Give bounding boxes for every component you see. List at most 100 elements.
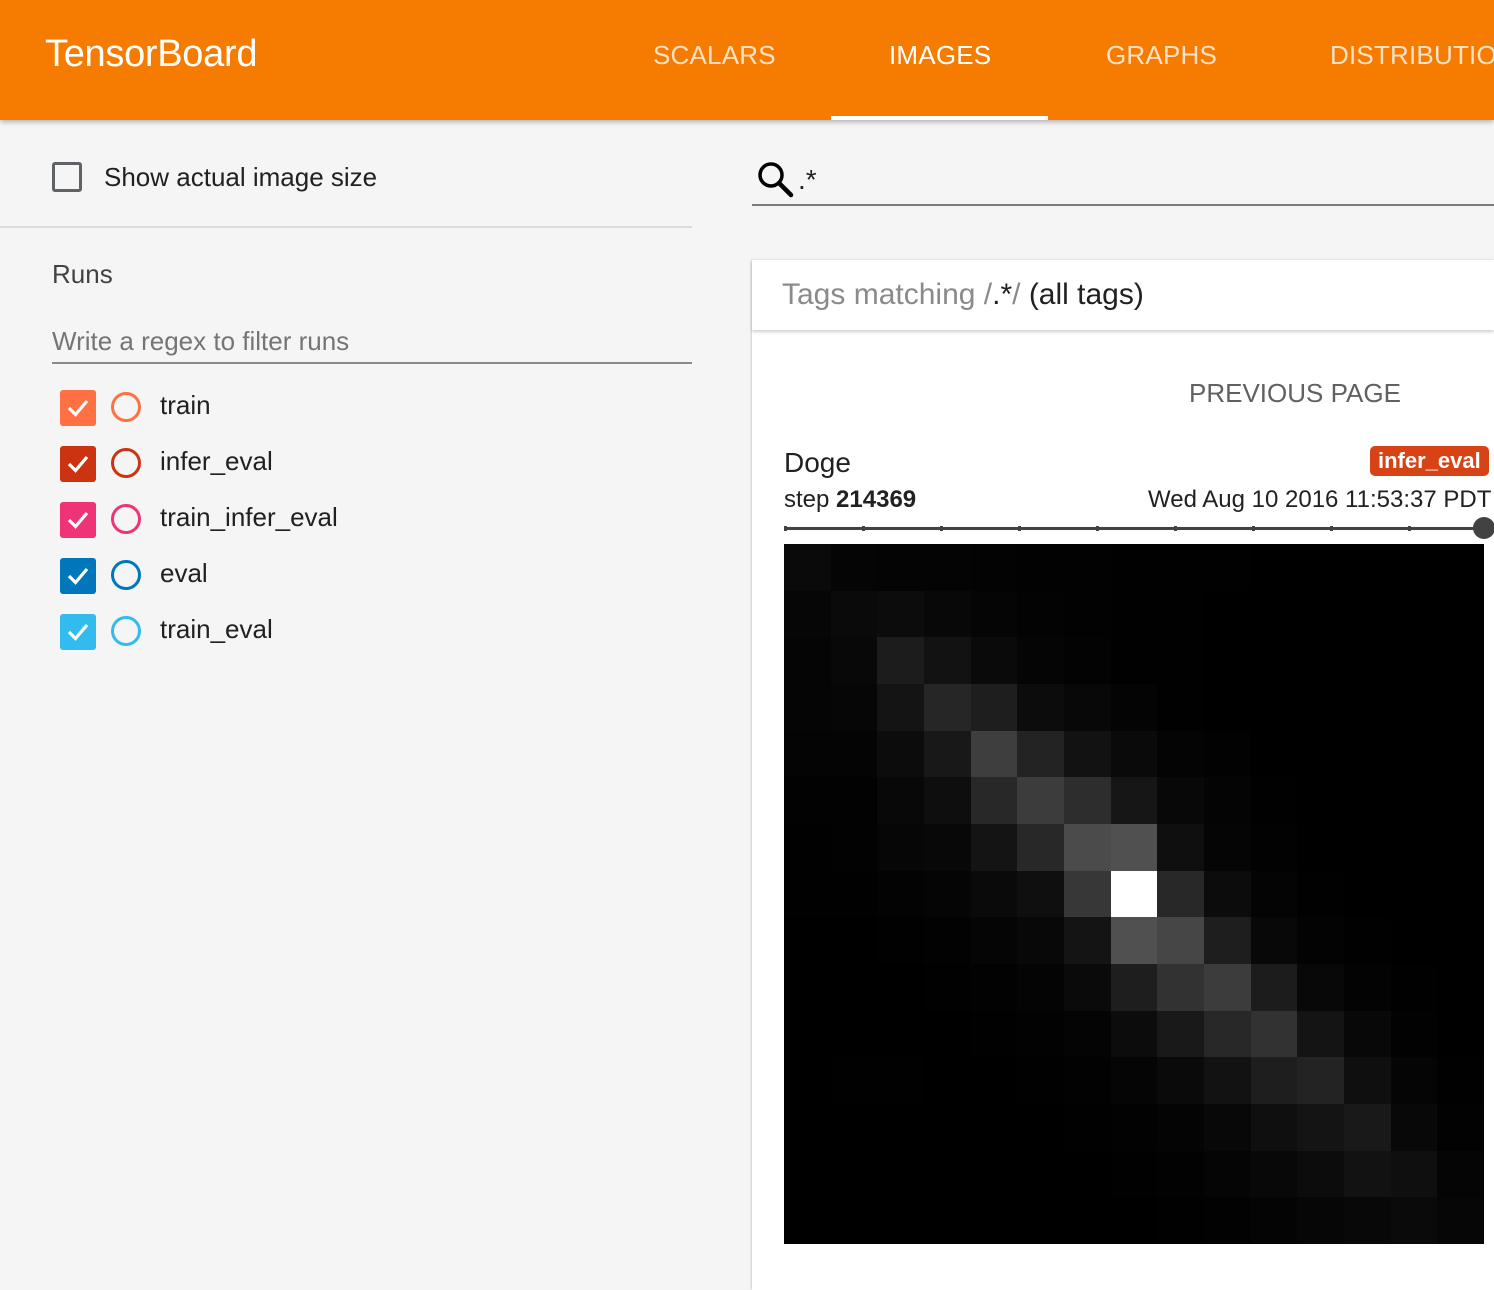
- image-pixel: [1204, 824, 1251, 871]
- image-pixel: [877, 730, 924, 778]
- image-pixel: [1157, 1150, 1204, 1198]
- image-pixel: [1064, 824, 1111, 871]
- run-row-train-eval[interactable]: train_eval: [60, 612, 660, 652]
- image-pixel: [1064, 1057, 1111, 1104]
- image-pixel: [1017, 777, 1064, 824]
- tags-slash-open: /: [983, 278, 993, 311]
- run-row-train[interactable]: train: [60, 388, 660, 428]
- image-pixel: [1017, 870, 1064, 918]
- image-pixel: [877, 590, 924, 638]
- run-radio-train[interactable]: [111, 392, 141, 422]
- image-pixel: [1297, 917, 1344, 964]
- run-checkbox-train[interactable]: [60, 390, 96, 426]
- image-pixel: [877, 544, 924, 591]
- image-pixel: [924, 1150, 971, 1198]
- run-badge: infer_eval: [1370, 446, 1489, 476]
- image-pixel: [1157, 637, 1204, 684]
- image-pixel: [784, 637, 831, 684]
- image-pixel: [1204, 1197, 1251, 1244]
- image-pixel: [924, 1057, 971, 1104]
- run-radio-eval[interactable]: [111, 560, 141, 590]
- sidebar: Show actual image size Runs train infer_…: [0, 120, 692, 1290]
- run-checkbox-train-infer-eval[interactable]: [60, 502, 96, 538]
- tag-search-input[interactable]: [752, 156, 1494, 206]
- app-title: TensorBoard: [45, 33, 258, 75]
- image-pixel: [877, 870, 924, 918]
- image-pixel: [830, 637, 878, 684]
- run-radio-train-eval[interactable]: [111, 616, 141, 646]
- run-row-infer-eval[interactable]: infer_eval: [60, 444, 660, 484]
- previous-page-button[interactable]: PREVIOUS PAGE: [1189, 378, 1401, 409]
- run-checkbox-eval[interactable]: [60, 558, 96, 594]
- run-checkbox-train-eval[interactable]: [60, 614, 96, 650]
- image-timestamp: Wed Aug 10 2016 11:53:37 PDT: [1148, 486, 1492, 513]
- image-pixel: [1390, 590, 1438, 638]
- run-label-train-infer-eval[interactable]: train_infer_eval: [160, 502, 338, 533]
- image-pixel: [877, 917, 924, 964]
- checkmark-icon: [67, 399, 89, 417]
- image-pixel: [1064, 917, 1111, 964]
- image-pixel: [877, 1057, 924, 1104]
- image-pixel: [784, 730, 831, 778]
- image-pixel: [1017, 730, 1064, 778]
- run-radio-train-infer-eval[interactable]: [111, 504, 141, 534]
- image-pixel: [1110, 684, 1158, 731]
- tab-graphs[interactable]: GRAPHS: [1106, 40, 1217, 71]
- image-pixel: [1017, 964, 1064, 1011]
- step-slider-knob[interactable]: [1473, 517, 1494, 539]
- image-pixel: [924, 637, 971, 684]
- run-radio-infer-eval[interactable]: [111, 448, 141, 478]
- image-pixel: [1204, 1057, 1251, 1104]
- image-pixel: [1110, 1104, 1158, 1151]
- image-pixel: [830, 1057, 878, 1104]
- run-checkbox-infer-eval[interactable]: [60, 446, 96, 482]
- tab-distributions[interactable]: DISTRIBUTIO: [1330, 40, 1494, 71]
- run-row-train-infer-eval[interactable]: train_infer_eval: [60, 500, 660, 540]
- image-pixel: [1297, 684, 1344, 731]
- slider-tick: [784, 526, 787, 531]
- image-pixel: [970, 544, 1018, 591]
- run-row-eval[interactable]: eval: [60, 556, 660, 596]
- image-pixel: [784, 684, 831, 731]
- image-pixel: [1157, 1057, 1204, 1104]
- image-pixel: [1344, 637, 1391, 684]
- image-pixel: [1250, 1057, 1298, 1104]
- image-pixel: [877, 824, 924, 871]
- image-pixel: [1390, 870, 1438, 918]
- slider-tick: [1174, 526, 1177, 531]
- image-pixel: [970, 684, 1018, 731]
- image-pixel: [970, 870, 1018, 918]
- image-pixel: [924, 544, 971, 591]
- image-pixel: [1437, 1010, 1484, 1058]
- run-label-train[interactable]: train: [160, 390, 211, 421]
- run-label-train-eval[interactable]: train_eval: [160, 614, 273, 645]
- run-label-infer-eval[interactable]: infer_eval: [160, 446, 273, 477]
- image-pixel: [1437, 637, 1484, 684]
- step-slider-track[interactable]: [784, 527, 1484, 530]
- image-pixel: [1344, 1197, 1391, 1244]
- image-pixel: [877, 1010, 924, 1058]
- image-pixel: [830, 777, 878, 824]
- runs-filter-input[interactable]: [52, 320, 692, 364]
- show-actual-size-checkbox[interactable]: [52, 162, 82, 192]
- image-pixel: [1390, 1010, 1438, 1058]
- image-pixel: [1344, 870, 1391, 918]
- image-pixel: [877, 777, 924, 824]
- image-pixel: [1110, 917, 1158, 964]
- image-pixel: [1250, 1150, 1298, 1198]
- image-pixel: [1390, 824, 1438, 871]
- image-pixel: [970, 1104, 1018, 1151]
- tab-scalars[interactable]: SCALARS: [653, 40, 776, 71]
- tab-images[interactable]: IMAGES: [889, 40, 991, 71]
- image-pixel: [1157, 917, 1204, 964]
- run-label-eval[interactable]: eval: [160, 558, 208, 589]
- image-pixel: [1017, 544, 1064, 591]
- show-actual-size-label[interactable]: Show actual image size: [104, 162, 377, 193]
- image-pixel: [1390, 964, 1438, 1011]
- image-pixel: [1344, 824, 1391, 871]
- image-display: [784, 544, 1484, 1244]
- image-pixel: [1344, 1057, 1391, 1104]
- image-pixel: [1204, 590, 1251, 638]
- image-pixel: [1017, 1104, 1064, 1151]
- image-pixel: [1064, 730, 1111, 778]
